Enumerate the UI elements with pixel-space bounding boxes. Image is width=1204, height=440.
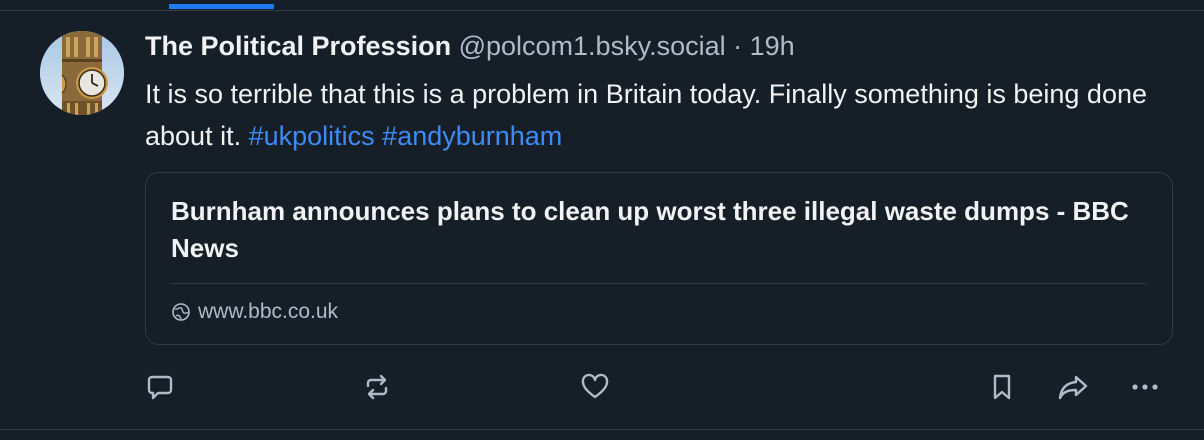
post-header: The Political Profession @polcom1.bsky.s… [145,29,795,63]
post-text: It is so terrible that this is a problem… [145,73,1185,157]
share-arrow-icon [1058,375,1088,400]
post-timestamp[interactable]: 19h [750,31,795,61]
repost-icon [366,374,388,400]
more-options-button[interactable] [1127,369,1163,405]
bookmark-button[interactable] [984,369,1020,405]
globe-icon [171,302,191,322]
bookmark-icon [993,374,1011,400]
hashtag-ukpolitics[interactable]: #ukpolitics [249,121,375,151]
ellipsis-icon [1132,384,1158,390]
hashtag-andyburnham[interactable]: #andyburnham [382,121,562,151]
big-ben-avatar-image [40,31,124,115]
header-separator: · [733,31,743,61]
author-handle[interactable]: @polcom1.bsky.social [459,31,726,61]
like-button[interactable] [577,369,613,405]
repost-button[interactable] [359,369,395,405]
post-bottom-divider [0,429,1204,430]
link-preview-card[interactable]: Burnham announces plans to clean up wors… [145,172,1173,345]
feed-post[interactable]: The Political Profession @polcom1.bsky.s… [0,10,1204,430]
active-tab-indicator [169,4,274,9]
avatar[interactable] [40,31,124,115]
heart-icon [581,373,609,399]
share-button[interactable] [1055,369,1091,405]
author-name[interactable]: The Political Profession [145,31,451,61]
link-card-domain: www.bbc.co.uk [198,300,339,323]
link-card-title: Burnham announces plans to clean up wors… [171,196,1129,263]
link-card-domain-row: www.bbc.co.uk [171,298,338,326]
comment-bubble-icon [147,375,173,400]
link-card-divider [171,283,1147,284]
reply-button[interactable] [142,369,178,405]
